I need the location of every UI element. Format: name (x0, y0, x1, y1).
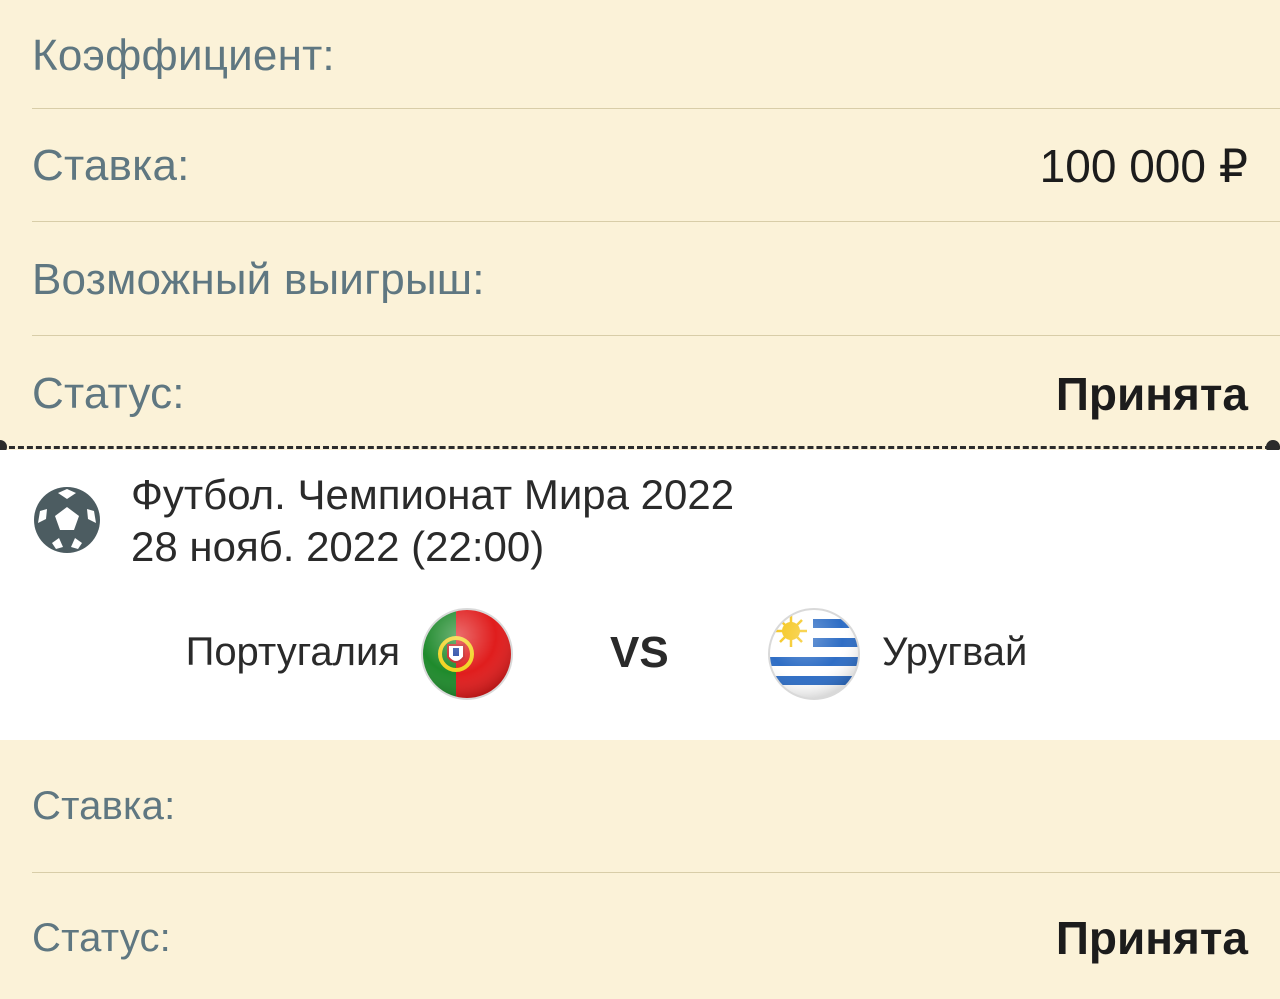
ticket-perforation (0, 446, 1280, 449)
details-stake-row: Ставка: (32, 778, 1248, 834)
bet-details: Ставка: Статус: Принята (0, 740, 1280, 999)
details-status-row: Статус: Принята (32, 910, 1248, 966)
coefficient-row: Коэффициент: (32, 28, 1248, 84)
details-stake-label: Ставка: (32, 783, 176, 828)
stake-value: 100 000 ₽ (1039, 140, 1248, 192)
event-title: Футбол. Чемпионат Мира 2022 (131, 471, 735, 518)
potential-win-label: Возможный выигрыш: (32, 255, 485, 304)
event-date: 28 нояб. 2022 (22:00) (131, 523, 545, 570)
stake-label: Ставка: (32, 141, 190, 190)
status-label: Статус: (32, 369, 185, 418)
away-team-name: Уругвай (882, 630, 1028, 674)
details-status-value: Принята (1055, 912, 1248, 964)
divider (32, 108, 1280, 109)
portugal-flag-icon (421, 608, 513, 700)
status-row: Статус: Принята (32, 366, 1248, 422)
soccer-ball-icon (34, 487, 100, 553)
status-value: Принята (1055, 368, 1248, 420)
home-team-name: Португалия (185, 630, 400, 674)
details-status-label: Статус: (32, 915, 171, 960)
stake-row: Ставка: 100 000 ₽ (32, 138, 1248, 194)
divider (32, 872, 1280, 873)
divider (32, 221, 1280, 222)
coefficient-label: Коэффициент: (32, 31, 335, 80)
divider (32, 335, 1280, 336)
vs-label: VS (610, 628, 669, 677)
potential-win-row: Возможный выигрыш: (32, 252, 1248, 308)
uruguay-flag-icon (768, 608, 860, 700)
bet-summary: Коэффициент: Ставка: 100 000 ₽ Возможный… (0, 0, 1280, 440)
event-card[interactable]: Футбол. Чемпионат Мира 2022 28 нояб. 202… (0, 450, 1280, 740)
